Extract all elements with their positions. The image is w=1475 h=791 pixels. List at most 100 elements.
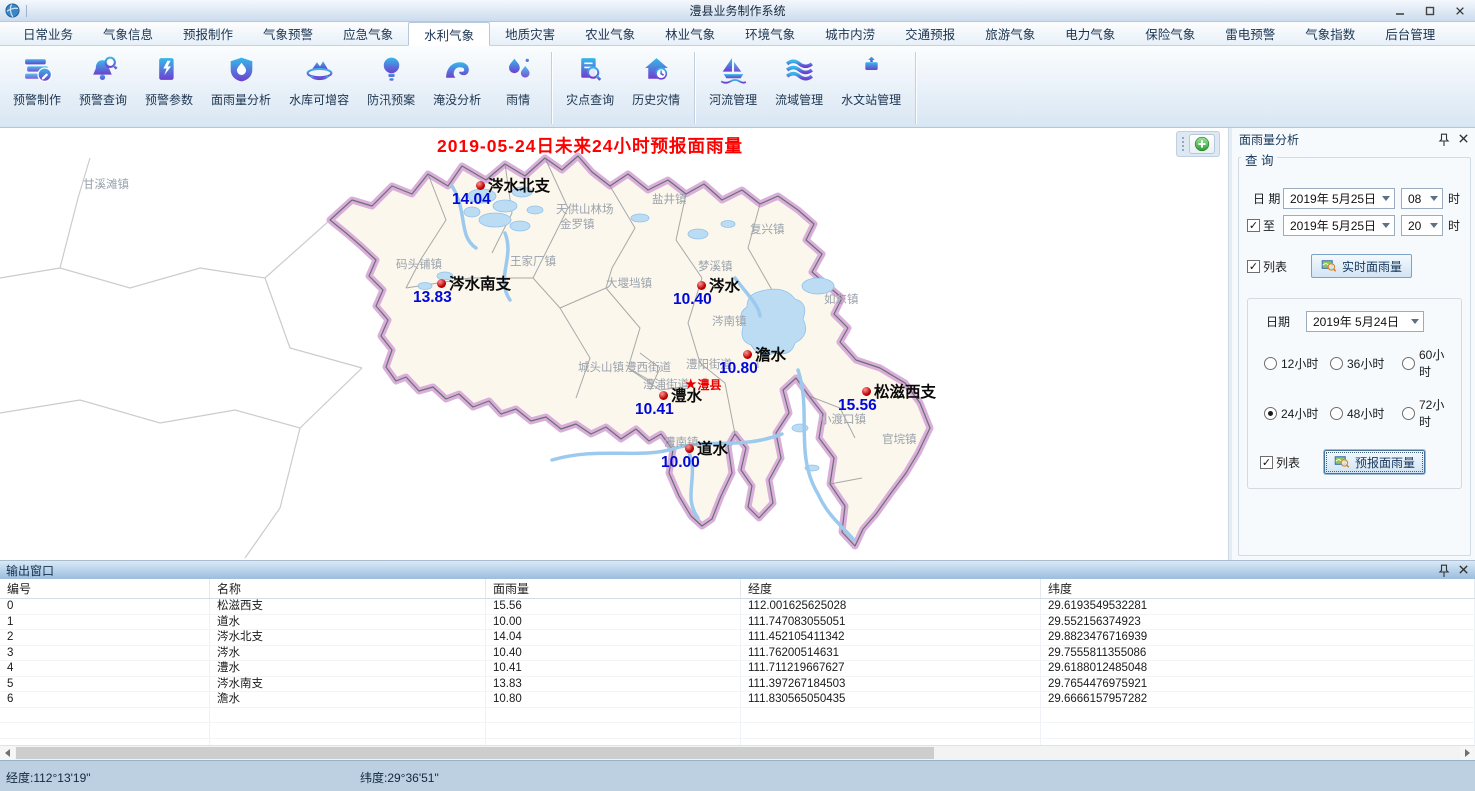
forecast-list-checkbox[interactable]: 列表 xyxy=(1260,454,1324,471)
toolbar-divider xyxy=(694,52,695,124)
table-row[interactable]: 2 涔水北支 14.04 111.452105411342 29.8823476… xyxy=(0,630,1475,646)
column-header[interactable]: 纬度 xyxy=(1041,579,1475,598)
station-name: 涔水南支 xyxy=(449,272,511,294)
panel-close-icon[interactable] xyxy=(1458,133,1470,146)
cell-rainfall: 10.41 xyxy=(486,661,741,677)
cell-rainfall: 15.56 xyxy=(486,599,741,615)
menu-tab[interactable]: 气象指数 xyxy=(1290,22,1370,45)
toolbar-button[interactable]: 雨情 xyxy=(490,49,546,123)
menu-tab[interactable]: 林业气象 xyxy=(650,22,730,45)
menu-tab[interactable]: 环境气象 xyxy=(730,22,810,45)
scroll-right-button[interactable] xyxy=(1460,746,1475,760)
duration-radio[interactable]: 12小时 xyxy=(1264,346,1330,380)
column-header[interactable]: 经度 xyxy=(741,579,1041,598)
toolbar-button-label: 面雨量分析 xyxy=(211,91,271,108)
output-table: 编号名称面雨量经度纬度 0 松滋西支 15.56 112.00162562502… xyxy=(0,579,1475,745)
scrollbar-thumb[interactable] xyxy=(16,747,934,759)
panel-title: 面雨量分析 xyxy=(1239,131,1299,148)
menu-tab[interactable]: 气象预警 xyxy=(248,22,328,45)
close-button[interactable] xyxy=(1453,5,1467,17)
toolbar-button[interactable]: 淹没分析 xyxy=(424,49,490,123)
menu-tab-label: 应急气象 xyxy=(343,24,393,43)
cell-longitude: 111.747083055051 xyxy=(741,615,1041,631)
toolbar-button-label: 预警参数 xyxy=(145,91,193,108)
menu-tab[interactable]: 应急气象 xyxy=(328,22,408,45)
station-dot-icon xyxy=(862,387,871,396)
table-row[interactable]: 0 松滋西支 15.56 112.001625625028 29.6193549… xyxy=(0,599,1475,615)
toolbar-button-label: 水文站管理 xyxy=(841,91,901,108)
output-close-icon[interactable] xyxy=(1458,564,1470,577)
start-hour-select[interactable]: 08 xyxy=(1401,188,1443,209)
duration-radio[interactable]: 24小时 xyxy=(1264,396,1330,430)
town-label: 如东镇 xyxy=(824,291,859,307)
column-header[interactable]: 面雨量 xyxy=(486,579,741,598)
toolbar-button[interactable]: 面雨量分析 xyxy=(202,49,280,123)
cell-longitude: 111.76200514631 xyxy=(741,646,1041,662)
forecast-date-select[interactable]: 2019年 5月24日 xyxy=(1306,311,1424,332)
cell-latitude: 29.6666157957282 xyxy=(1041,692,1475,708)
toolbar-group-disaster: 灾点查询 历史灾情 xyxy=(557,49,689,123)
menu-tab[interactable]: 预报制作 xyxy=(168,22,248,45)
menu-tab[interactable]: 旅游气象 xyxy=(970,22,1050,45)
menu-tab[interactable]: 后台管理 xyxy=(1370,22,1450,45)
duration-radio[interactable]: 60小时 xyxy=(1402,346,1451,380)
toolbar-button[interactable]: 流域管理 xyxy=(766,49,832,123)
scroll-left-button[interactable] xyxy=(0,746,15,760)
town-label: 梦溪镇 xyxy=(698,258,733,274)
realtime-list-checkbox[interactable]: 列表 xyxy=(1247,258,1311,275)
warning-params-icon xyxy=(153,55,186,84)
toolbar-button[interactable]: 河流管理 xyxy=(700,49,766,123)
table-row[interactable]: 3 涔水 10.40 111.76200514631 29.7555811355… xyxy=(0,646,1475,662)
table-row[interactable]: 5 涔水南支 13.83 111.397267184503 29.7654476… xyxy=(0,677,1475,693)
menu-tab[interactable]: 雷电预警 xyxy=(1210,22,1290,45)
duration-radio[interactable]: 36小时 xyxy=(1330,346,1402,380)
menu-tab[interactable]: 保险气象 xyxy=(1130,22,1210,45)
duration-radio[interactable]: 72小时 xyxy=(1402,396,1451,430)
menu-tab[interactable]: 水利气象 xyxy=(408,22,490,46)
menu-tab[interactable]: 电力气象 xyxy=(1050,22,1130,45)
column-header[interactable]: 名称 xyxy=(210,579,486,598)
pin-icon[interactable] xyxy=(1438,133,1450,146)
hydrostation-manage-icon xyxy=(855,55,888,84)
end-date-select[interactable]: 2019年 5月25日 xyxy=(1283,215,1395,236)
toolbar-button[interactable]: 预警查询 xyxy=(70,49,136,123)
menu-tab[interactable]: 地质灾害 xyxy=(490,22,570,45)
menu-tab[interactable]: 农业气象 xyxy=(570,22,650,45)
cell-id: 0 xyxy=(0,599,210,615)
toolbar-button[interactable]: 灾点查询 xyxy=(557,49,623,123)
realtime-rainfall-button[interactable]: 实时面雨量 xyxy=(1311,254,1412,278)
toolbar-button[interactable]: 水文站管理 xyxy=(832,49,910,123)
toolbar-button[interactable]: 防汛预案 xyxy=(358,49,424,123)
end-date-checkbox[interactable]: 至 xyxy=(1247,217,1283,234)
table-row[interactable]: 4 澧水 10.41 111.711219667627 29.618801248… xyxy=(0,661,1475,677)
pin-icon[interactable] xyxy=(1438,564,1450,577)
town-label: 天供山林场 xyxy=(556,201,614,217)
duration-radio[interactable]: 48小时 xyxy=(1330,396,1402,430)
toolbar-button[interactable]: 水库可增容 xyxy=(280,49,358,123)
menu-tab[interactable]: 交通预报 xyxy=(890,22,970,45)
disaster-query-icon xyxy=(574,55,607,84)
menu-tab[interactable]: 日常业务 xyxy=(8,22,88,45)
end-hour-select[interactable]: 20 xyxy=(1401,215,1443,236)
horizontal-scrollbar[interactable] xyxy=(0,745,1475,760)
toolbar-button[interactable]: 预警参数 xyxy=(136,49,202,123)
menu-tab-label: 旅游气象 xyxy=(985,24,1035,43)
maximize-button[interactable] xyxy=(1423,5,1437,17)
column-header[interactable]: 编号 xyxy=(0,579,210,598)
menu-tab[interactable]: 气象信息 xyxy=(88,22,168,45)
warning-make-icon xyxy=(21,55,54,84)
map-add-button[interactable] xyxy=(1189,134,1215,154)
toolbar-button[interactable]: 预警制作 xyxy=(4,49,70,123)
toolbar-button[interactable]: 历史灾情 xyxy=(623,49,689,123)
table-row[interactable]: 1 道水 10.00 111.747083055051 29.552156374… xyxy=(0,615,1475,631)
table-row[interactable]: 6 澹水 10.80 111.830565050435 29.666615795… xyxy=(0,692,1475,708)
menu-tab-label: 气象预警 xyxy=(263,24,313,43)
start-date-select[interactable]: 2019年 5月25日 xyxy=(1283,188,1395,209)
forecast-rainfall-button[interactable]: 预报面雨量 xyxy=(1324,450,1425,474)
menu-tab[interactable]: 城市内涝 xyxy=(810,22,890,45)
minimize-button[interactable] xyxy=(1393,5,1407,17)
status-longitude: 经度:112°13'19" xyxy=(6,769,91,786)
drag-grip-icon[interactable] xyxy=(1181,136,1185,152)
map-canvas[interactable]: 2019-05-24日未来24小时预报面雨量 甘溪滩镇盐井镇天供山林场金罗镇复兴… xyxy=(0,128,1228,560)
radio-icon xyxy=(1264,407,1277,420)
